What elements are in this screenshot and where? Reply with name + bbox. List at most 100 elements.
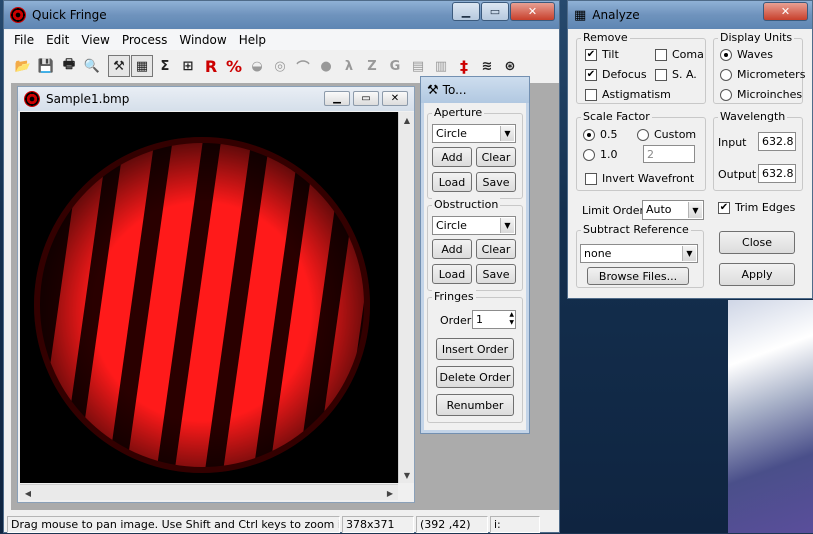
- child-minimize-button[interactable]: ▁: [324, 91, 350, 106]
- wave-stack-icon[interactable]: ≋: [476, 55, 498, 77]
- analyze-apply-button[interactable]: Apply: [719, 263, 795, 286]
- profile-plot-icon[interactable]: ⌒: [292, 55, 314, 77]
- insert-order-button[interactable]: Insert Order: [436, 338, 514, 360]
- tilt-checkbox[interactable]: ✔ Tilt: [585, 48, 619, 61]
- aperture-add-button[interactable]: Add: [432, 147, 472, 167]
- aperture-clear-button[interactable]: Clear: [476, 147, 516, 167]
- astigmatism-checkbox[interactable]: Astigmatism: [585, 88, 671, 101]
- microinches-radio[interactable]: Microinches: [720, 88, 802, 101]
- child-maximize-button[interactable]: ▭: [353, 91, 379, 106]
- wavelength-output-field[interactable]: 632.8: [758, 164, 796, 183]
- coma-checkbox[interactable]: Coma: [655, 48, 704, 61]
- obstruction-load-button[interactable]: Load: [432, 264, 472, 284]
- aperture-save-button[interactable]: Save: [476, 172, 516, 192]
- close-button[interactable]: ✕: [510, 2, 555, 21]
- trim-edges-checkbox[interactable]: ✔ Trim Edges: [718, 201, 795, 214]
- subtract-reference-group: Subtract Reference none ▼ Browse Files..…: [576, 223, 704, 288]
- document-icon[interactable]: ▥: [430, 55, 452, 77]
- r-report-icon[interactable]: R: [200, 55, 222, 77]
- custom-scale-input[interactable]: 2: [643, 145, 695, 163]
- micrometers-radio[interactable]: Micrometers: [720, 68, 805, 81]
- tools-titlebar[interactable]: ⚒ To...: [421, 77, 529, 103]
- scroll-up-arrow-icon[interactable]: ▲: [399, 112, 415, 128]
- analyze-titlebar[interactable]: ▦ Analyze ✕: [568, 1, 812, 29]
- renumber-button[interactable]: Renumber: [436, 394, 514, 416]
- defocus-checkbox[interactable]: ✔ Defocus: [585, 68, 647, 81]
- surface-plot-icon[interactable]: ◒: [246, 55, 268, 77]
- menu-help[interactable]: Help: [233, 33, 272, 47]
- dropdown-arrow-icon[interactable]: ▼: [682, 246, 696, 261]
- browse-files-button[interactable]: Browse Files...: [587, 267, 689, 285]
- fringe-count-icon[interactable]: ‡: [453, 55, 475, 77]
- menu-view[interactable]: View: [75, 33, 115, 47]
- lambda-icon[interactable]: λ: [338, 55, 360, 77]
- obstruction-add-button[interactable]: Add: [432, 239, 472, 259]
- aperture-label: Aperture: [432, 106, 485, 119]
- fringe-sphere-icon[interactable]: ⊛: [499, 55, 521, 77]
- wavelength-input-field[interactable]: 632.8: [758, 132, 796, 151]
- interferogram-image[interactable]: [20, 112, 398, 483]
- menu-edit[interactable]: Edit: [40, 33, 75, 47]
- analyze-window: ▦ Analyze ✕ Remove ✔ Tilt Coma ✔ Defocus S…: [567, 0, 813, 299]
- scale-custom-radio[interactable]: Custom: [637, 128, 696, 141]
- dropdown-arrow-icon[interactable]: ▼: [688, 202, 702, 218]
- subtract-reference-select[interactable]: none ▼: [580, 244, 698, 263]
- menu-window[interactable]: Window: [173, 33, 232, 47]
- interferogram-icon[interactable]: ◎: [269, 55, 291, 77]
- sphere-icon[interactable]: ●: [315, 55, 337, 77]
- waves-radio[interactable]: Waves: [720, 48, 773, 61]
- limit-order-label: Limit Order: [582, 204, 645, 217]
- tools-icon[interactable]: ⚒: [108, 55, 130, 77]
- aperture-load-button[interactable]: Load: [432, 172, 472, 192]
- analyze-close-button[interactable]: Close: [719, 231, 795, 254]
- obstruction-save-button[interactable]: Save: [476, 264, 516, 284]
- scale-1-0-radio[interactable]: 1.0: [583, 148, 618, 161]
- grid-icon[interactable]: ⊞: [177, 55, 199, 77]
- obstruction-shape-select[interactable]: Circle ▼: [432, 216, 516, 235]
- analyze-calculator-icon[interactable]: ▦: [131, 55, 153, 77]
- order-label: Order: [440, 314, 472, 327]
- sigma-icon[interactable]: Σ: [154, 55, 176, 77]
- open-folder-icon[interactable]: 📂: [12, 55, 34, 77]
- invert-wavefront-checkbox[interactable]: Invert Wavefront: [585, 172, 694, 185]
- image-child-window: Sample1.bmp ▁ ▭ ✕ ▲ ▼ ◀ ▶: [17, 86, 415, 503]
- dropdown-arrow-icon[interactable]: ▼: [500, 218, 514, 233]
- wavelength-label: Wavelength: [718, 110, 788, 123]
- dropdown-arrow-icon[interactable]: ▼: [500, 126, 514, 141]
- wavelength-output-label: Output: [718, 168, 757, 181]
- limit-order-select[interactable]: Auto ▼: [642, 200, 704, 220]
- percent-icon[interactable]: %: [223, 55, 245, 77]
- image-window-titlebar[interactable]: Sample1.bmp ▁ ▭ ✕: [18, 87, 414, 111]
- g-icon[interactable]: G: [384, 55, 406, 77]
- image-window-icon: [24, 91, 40, 107]
- scroll-down-arrow-icon[interactable]: ▼: [399, 467, 415, 483]
- print-preview-icon[interactable]: 🔍: [81, 55, 103, 77]
- main-window-title: Quick Fringe: [32, 8, 107, 22]
- print-icon[interactable]: 🖶: [58, 55, 80, 77]
- scroll-left-arrow-icon[interactable]: ◀: [20, 485, 36, 501]
- analyze-close-icon[interactable]: ✕: [763, 2, 808, 21]
- delete-order-button[interactable]: Delete Order: [436, 366, 514, 388]
- spinner-arrows-icon[interactable]: ▲ ▼: [509, 311, 514, 327]
- scale-0-5-radio[interactable]: 0.5: [583, 128, 618, 141]
- tools-title: To...: [442, 83, 467, 97]
- main-titlebar[interactable]: Quick Fringe ▁ ▭ ✕: [4, 1, 559, 29]
- notes-icon[interactable]: ▤: [407, 55, 429, 77]
- defocus-label: Defocus: [602, 68, 647, 81]
- sa-checkbox[interactable]: S. A.: [655, 68, 697, 81]
- trim-edges-label: Trim Edges: [735, 201, 796, 214]
- maximize-button[interactable]: ▭: [481, 2, 509, 21]
- obstruction-clear-button[interactable]: Clear: [476, 239, 516, 259]
- aperture-shape-select[interactable]: Circle ▼: [432, 124, 516, 143]
- scroll-right-arrow-icon[interactable]: ▶: [382, 485, 398, 501]
- menu-file[interactable]: File: [8, 33, 40, 47]
- z-icon[interactable]: Z: [361, 55, 383, 77]
- image-window-title: Sample1.bmp: [46, 92, 130, 106]
- save-disk-icon[interactable]: 💾: [35, 55, 57, 77]
- order-spinner[interactable]: 1 ▲ ▼: [472, 310, 516, 329]
- minimize-button[interactable]: ▁: [452, 2, 480, 21]
- menu-process[interactable]: Process: [116, 33, 174, 47]
- image-vertical-scrollbar[interactable]: ▲ ▼: [398, 112, 414, 483]
- image-horizontal-scrollbar[interactable]: ◀ ▶: [20, 484, 398, 500]
- child-close-button[interactable]: ✕: [382, 91, 408, 106]
